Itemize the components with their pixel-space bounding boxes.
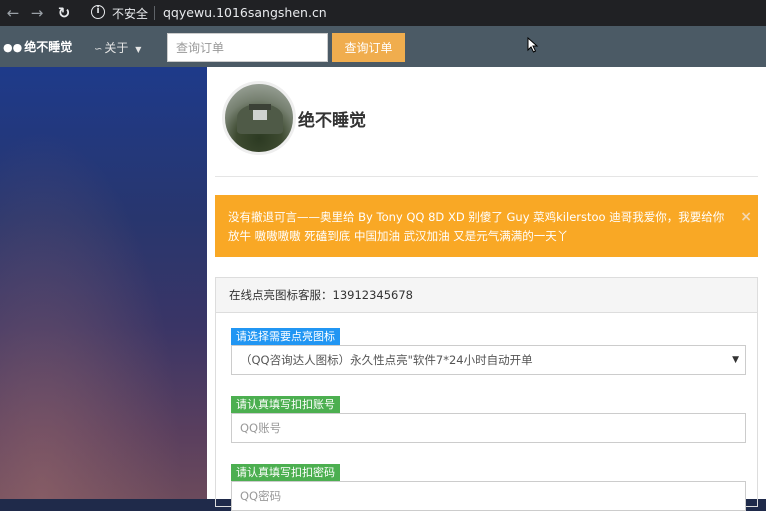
- reload-icon[interactable]: ↻: [55, 4, 73, 22]
- order-search-button[interactable]: 查询订单: [332, 33, 405, 62]
- brand-label: 绝不睡觉: [24, 40, 73, 54]
- rss-icon: ∽: [94, 44, 103, 55]
- order-form-card: 在线点亮图标客服：13912345678 请选择需要点亮图标 （QQ咨询达人图标…: [215, 277, 758, 511]
- icon-select-label: 请选择需要点亮图标: [231, 328, 340, 345]
- address-divider: [154, 6, 155, 20]
- address-bar[interactable]: qqyewu.1016sangshen.cn: [163, 5, 327, 20]
- forward-arrow-icon[interactable]: →: [28, 4, 46, 22]
- site-avatar: [222, 81, 296, 155]
- bike-icon: ●●: [3, 41, 23, 54]
- notice-text: 没有撤退可言——奥里给 By Tony QQ 8D XD 别傻了 Guy 菜鸡k…: [228, 210, 725, 243]
- security-status[interactable]: 不安全: [112, 5, 148, 22]
- card-header: 在线点亮图标客服：13912345678: [216, 278, 757, 313]
- caret-down-icon: ▼: [135, 45, 142, 54]
- notice-alert: 没有撤退可言——奥里给 By Tony QQ 8D XD 别傻了 Guy 菜鸡k…: [215, 195, 758, 257]
- account-label: 请认真填写扣扣账号: [231, 396, 340, 413]
- main-panel: 绝不睡觉 没有撤退可言——奥里给 By Tony QQ 8D XD 别傻了 Gu…: [207, 67, 766, 511]
- icon-select-value: （QQ咨询达人图标）永久性点亮"软件7*24小时自动开单: [240, 353, 533, 367]
- close-icon[interactable]: ×: [740, 208, 752, 227]
- icon-select[interactable]: （QQ咨询达人图标）永久性点亮"软件7*24小时自动开单 ▼: [231, 345, 746, 375]
- header-divider: [215, 176, 758, 177]
- qq-password-input[interactable]: [231, 481, 746, 511]
- info-icon[interactable]: i: [91, 5, 105, 19]
- about-label: 关于: [104, 41, 129, 55]
- dropdown-caret-icon: ▼: [732, 355, 739, 365]
- order-search-input[interactable]: [167, 33, 328, 62]
- brand-link[interactable]: ●● 绝不睡觉: [3, 38, 72, 55]
- site-title: 绝不睡觉: [298, 111, 366, 131]
- browser-toolbar: ← → ↻ i 不安全 qqyewu.1016sangshen.cn: [0, 0, 766, 26]
- top-navbar: ●● 绝不睡觉 ∽ 关于 ▼ 查询订单: [0, 26, 766, 67]
- about-menu[interactable]: ∽ 关于 ▼: [94, 39, 141, 56]
- back-arrow-icon[interactable]: ←: [4, 4, 22, 22]
- qq-account-input[interactable]: [231, 413, 746, 443]
- mouse-cursor-icon: [527, 37, 539, 53]
- password-label: 请认真填写扣扣密码: [231, 464, 340, 481]
